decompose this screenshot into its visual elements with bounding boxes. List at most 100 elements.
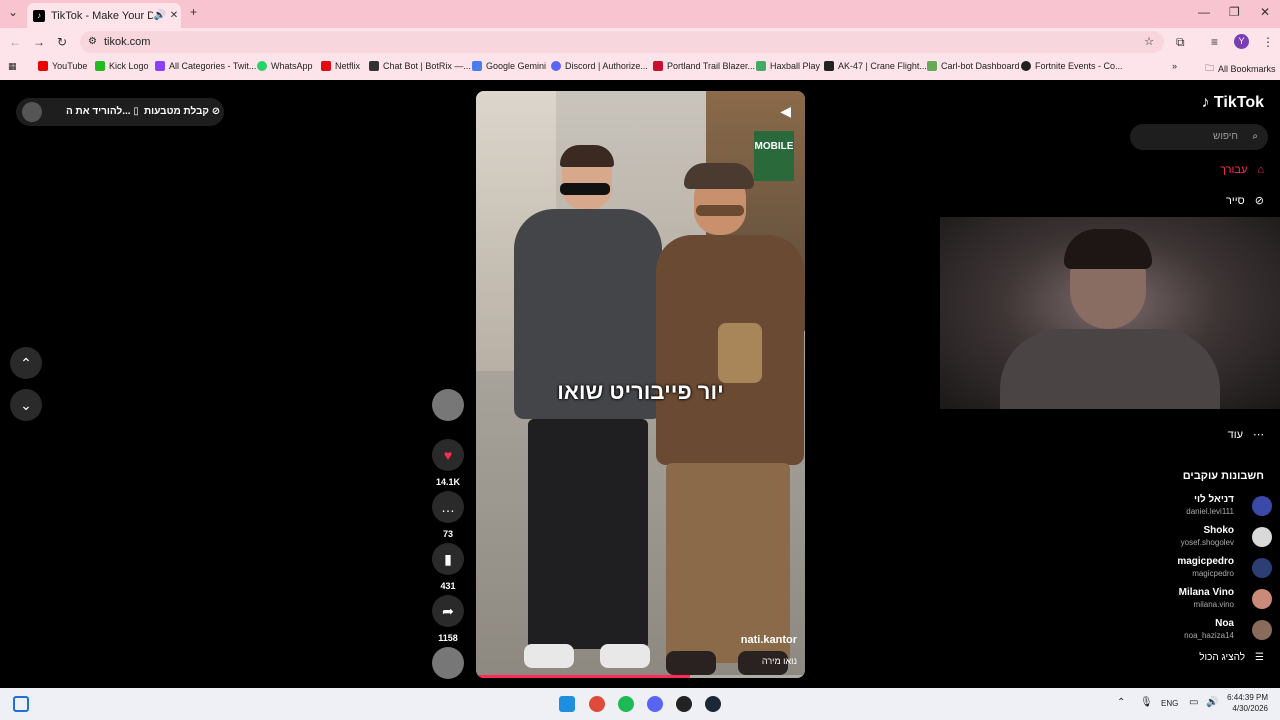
speaker-icon[interactable]: 🔊 bbox=[153, 10, 167, 21]
person-left bbox=[514, 145, 664, 678]
nav-more[interactable]: עוד ⋯ bbox=[1228, 428, 1264, 442]
extensions-icon[interactable]: ⧉ bbox=[1176, 35, 1185, 50]
network-icon[interactable]: ▭ bbox=[1189, 697, 1198, 708]
windows-taskbar: ⌃ 🎙 ENG ▭ 🔊 6:44:39 PM 4/30/2026 bbox=[0, 688, 1280, 720]
search-icon: ⌕ bbox=[1252, 131, 1258, 142]
phone-icon: ▯ bbox=[133, 106, 139, 117]
bookmark-blazers[interactable]: Portland Trail Blazer... bbox=[653, 61, 755, 71]
bookmark-kick[interactable]: Kick Logo bbox=[95, 61, 149, 71]
share-icon[interactable]: ➦ bbox=[432, 595, 464, 627]
account-item[interactable]: magicpedro magicpedro bbox=[1132, 556, 1272, 586]
tray-chevron-icon[interactable]: ⌃ bbox=[1117, 697, 1125, 708]
get-coins-link[interactable]: קבלת מטבעות ⊘ bbox=[144, 106, 220, 117]
music-disc[interactable] bbox=[432, 647, 464, 679]
new-tab-button[interactable]: + bbox=[190, 5, 197, 19]
bookmark-botrix[interactable]: Chat Bot | BotRix —... bbox=[369, 61, 471, 71]
comment-button[interactable]: … 73 bbox=[432, 491, 464, 539]
discord-icon[interactable] bbox=[647, 696, 663, 712]
bookmark-youtube[interactable]: YouTube bbox=[38, 61, 87, 71]
account-item[interactable]: Noa noa_haziza14 bbox=[1132, 618, 1272, 648]
browser-tab[interactable]: ♪ TikTok - Make Your Day 🔊 ✕ bbox=[27, 3, 181, 28]
more-bookmarks-icon[interactable]: » bbox=[1172, 61, 1177, 71]
close-tab-icon[interactable]: ✕ bbox=[167, 10, 181, 21]
tiktok-page: להוריד את ה... ▯ קבלת מטבעות ⊘ MOBILE ◀ … bbox=[0, 80, 1280, 688]
tiktok-logo[interactable]: ♪ TikTok bbox=[1201, 94, 1264, 112]
promo-bar: להוריד את ה... ▯ קבלת מטבעות ⊘ bbox=[16, 98, 224, 126]
bookmark-star-icon[interactable]: ☆ bbox=[1144, 31, 1154, 53]
nav-explore[interactable]: סייר ⊘ bbox=[1226, 194, 1264, 208]
account-item[interactable]: דניאל לוי daniel.levi111 bbox=[1132, 494, 1272, 524]
clock-date: 4/30/2026 bbox=[1232, 704, 1268, 713]
video-progress-bar[interactable] bbox=[476, 675, 805, 678]
avatar bbox=[1252, 589, 1272, 609]
person-right bbox=[656, 163, 805, 678]
restore-button[interactable]: ❐ bbox=[1229, 5, 1240, 19]
account-item[interactable]: Milana Vino milana.vino bbox=[1132, 587, 1272, 617]
url-text: tikok.com bbox=[104, 36, 151, 48]
comment-icon[interactable]: … bbox=[432, 491, 464, 523]
clock[interactable]: 6:44:39 PM 4/30/2026 bbox=[1222, 693, 1268, 713]
next-video-button[interactable]: ⌄ bbox=[10, 389, 42, 421]
site-info-icon[interactable]: ⚙ bbox=[88, 31, 97, 53]
forward-icon[interactable]: → bbox=[33, 35, 45, 49]
video-author[interactable]: nati.kantor bbox=[741, 634, 797, 646]
close-window-button[interactable]: ✕ bbox=[1260, 5, 1270, 19]
apps-icon[interactable]: ▦ bbox=[8, 61, 17, 72]
account-item[interactable]: Shoko yosef.shogolev bbox=[1132, 525, 1272, 555]
heart-icon[interactable]: ♥ bbox=[432, 439, 464, 471]
media-control-icon[interactable]: ≡ bbox=[1211, 35, 1218, 49]
coin-icon: ⊘ bbox=[211, 106, 221, 117]
share-button[interactable]: ➦ 1158 bbox=[432, 595, 464, 643]
like-button[interactable]: ♥ 14.1K bbox=[432, 439, 464, 487]
chevron-down-icon: ⌄ bbox=[20, 396, 32, 413]
url-input[interactable]: ⚙ tikok.com ☆ bbox=[80, 31, 1164, 53]
bookmark-icon[interactable]: ▮ bbox=[432, 543, 464, 575]
avatar bbox=[1252, 620, 1272, 640]
volume-tray-icon[interactable]: 🔊 bbox=[1206, 697, 1218, 708]
tab-search-icon[interactable]: ⌄ bbox=[8, 5, 18, 19]
save-button[interactable]: ▮ 431 bbox=[432, 543, 464, 591]
search-input[interactable]: חיפוש ⌕ bbox=[1130, 124, 1268, 150]
bookmark-carlbot[interactable]: Carl-bot Dashboard bbox=[927, 61, 1020, 71]
microphone-icon[interactable]: 🎙 bbox=[1140, 697, 1153, 708]
save-count: 431 bbox=[440, 581, 456, 591]
bookmark-netflix[interactable]: Netflix bbox=[321, 61, 360, 71]
bookmark-ak47[interactable]: AK-47 | Crane Flight... bbox=[824, 61, 927, 71]
bookmark-twitch[interactable]: All Categories - Twit... bbox=[155, 61, 256, 71]
chrome-icon[interactable] bbox=[589, 696, 605, 712]
profile-avatar[interactable]: Y bbox=[1234, 34, 1249, 49]
language-indicator[interactable]: ENG bbox=[1161, 699, 1178, 708]
music-disc-icon[interactable] bbox=[432, 647, 464, 679]
bookmark-gemini[interactable]: Google Gemini bbox=[472, 61, 546, 71]
back-icon[interactable]: ← bbox=[9, 35, 21, 49]
video-player[interactable]: MOBILE ◀ יור פייבוריט שואו nati.kantor נ… bbox=[476, 91, 805, 678]
bookmarks-bar: ▦ YouTube Kick Logo All Categories - Twi… bbox=[0, 56, 1280, 80]
chevron-up-icon: ⌃ bbox=[20, 354, 32, 371]
reload-icon[interactable]: ↻ bbox=[57, 35, 67, 49]
nav-for-you[interactable]: עבורך ⌂ bbox=[1220, 164, 1264, 176]
avatar[interactable] bbox=[22, 102, 42, 122]
bookmark-haxball[interactable]: Haxball Play bbox=[756, 61, 820, 71]
app-icon[interactable] bbox=[676, 696, 692, 712]
bookmark-whatsapp[interactable]: WhatsApp bbox=[257, 61, 313, 71]
tiktok-favicon-icon: ♪ bbox=[33, 9, 45, 22]
bookmark-fortnite[interactable]: Fortnite Events - Co... bbox=[1021, 61, 1123, 71]
show-all-link[interactable]: להציג הכול ☰ bbox=[1199, 652, 1264, 663]
all-bookmarks-folder[interactable]: 🗀 All Bookmarks bbox=[1205, 61, 1276, 77]
download-app-link[interactable]: להוריד את ה... ▯ bbox=[66, 106, 139, 117]
menu-icon[interactable]: ⋮ bbox=[1262, 35, 1274, 49]
avatar[interactable] bbox=[432, 389, 464, 421]
steam-icon[interactable] bbox=[705, 696, 721, 712]
compass-icon: ⊘ bbox=[1254, 195, 1264, 207]
following-title: חשבונות עוקבים bbox=[1182, 470, 1264, 482]
minimize-button[interactable]: — bbox=[1198, 5, 1210, 19]
previous-video-button[interactable]: ⌃ bbox=[10, 347, 42, 379]
address-bar-row: ← → ↻ ⚙ tikok.com ☆ ⧉ ≡ Y ⋮ bbox=[0, 28, 1280, 56]
volume-icon[interactable]: ◀ bbox=[780, 103, 791, 120]
video-music[interactable]: נואו מירה bbox=[762, 656, 797, 666]
author-avatar[interactable] bbox=[432, 389, 464, 421]
spotify-icon[interactable] bbox=[618, 696, 634, 712]
windows-start-icon[interactable] bbox=[559, 696, 575, 712]
bookmark-discord[interactable]: Discord | Authorize... bbox=[551, 61, 648, 71]
widgets-icon[interactable] bbox=[13, 696, 29, 712]
